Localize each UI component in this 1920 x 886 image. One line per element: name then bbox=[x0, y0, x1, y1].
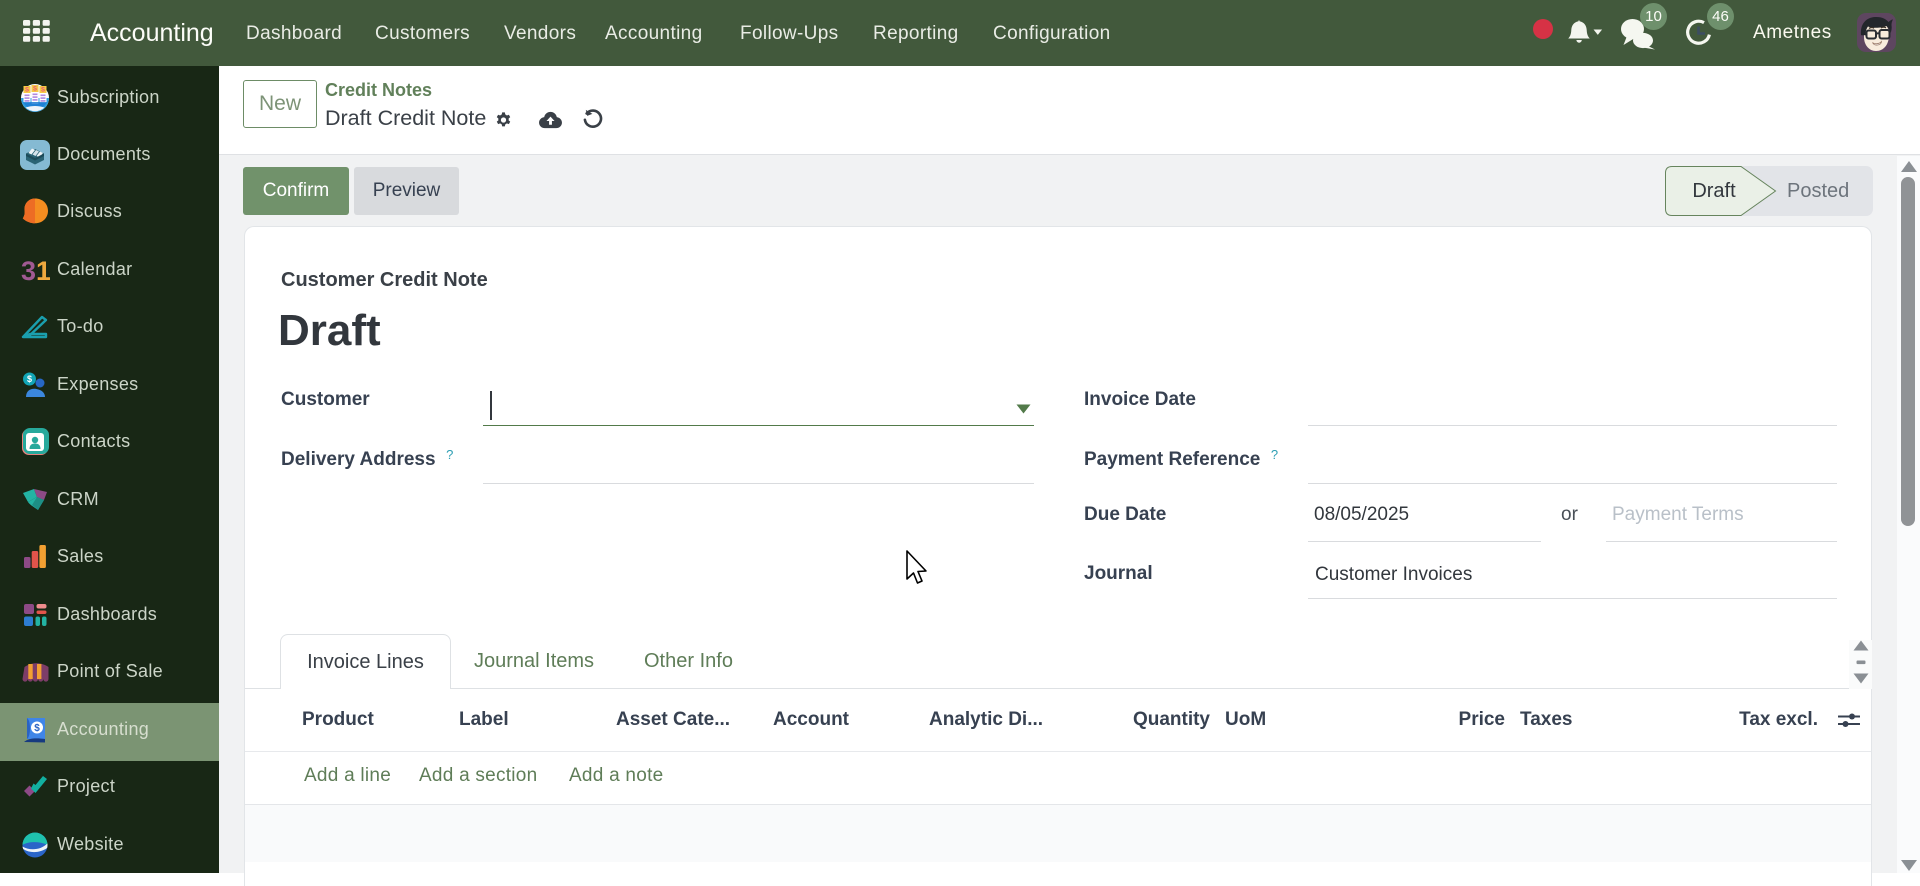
svg-text:S: S bbox=[41, 88, 45, 94]
svg-text:S: S bbox=[33, 87, 37, 93]
svg-text:3: 3 bbox=[21, 256, 36, 285]
svg-text:1: 1 bbox=[36, 256, 50, 285]
svg-text:$: $ bbox=[34, 723, 40, 734]
svg-text:$: $ bbox=[27, 374, 32, 384]
svg-text:S: S bbox=[25, 88, 29, 94]
